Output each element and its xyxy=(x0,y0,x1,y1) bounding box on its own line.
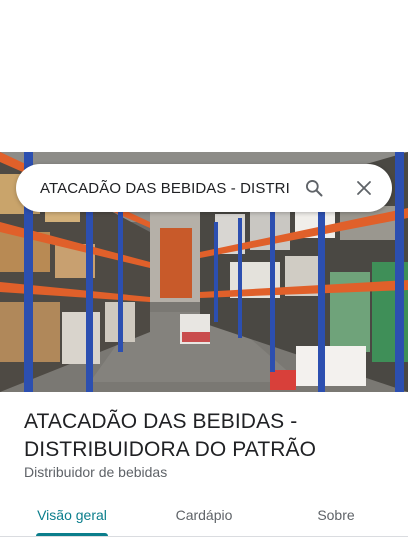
search-button[interactable] xyxy=(300,174,328,202)
tab-menu[interactable]: Cardápio xyxy=(156,494,252,536)
tabs-divider xyxy=(0,536,408,537)
search-icon xyxy=(306,180,323,197)
tab-about[interactable]: Sobre xyxy=(288,494,384,536)
place-tabs: Visão geral Cardápio Sobre xyxy=(0,494,408,542)
search-bar[interactable]: ATACADÃO DAS BEBIDAS - DISTRIB xyxy=(16,164,392,212)
tab-overview[interactable]: Visão geral xyxy=(24,494,120,536)
place-title: ATACADÃO DAS BEBIDAS - DISTRIBUIDORA DO … xyxy=(24,410,317,461)
clear-search-button[interactable] xyxy=(350,174,378,202)
place-page: ATACADÃO DAS BEBIDAS - DISTRIB ATACADÃO … xyxy=(0,0,408,544)
place-category[interactable]: Distribuidor de bebidas xyxy=(24,464,167,480)
search-input[interactable]: ATACADÃO DAS BEBIDAS - DISTRIB xyxy=(40,180,290,197)
close-icon xyxy=(357,181,371,195)
